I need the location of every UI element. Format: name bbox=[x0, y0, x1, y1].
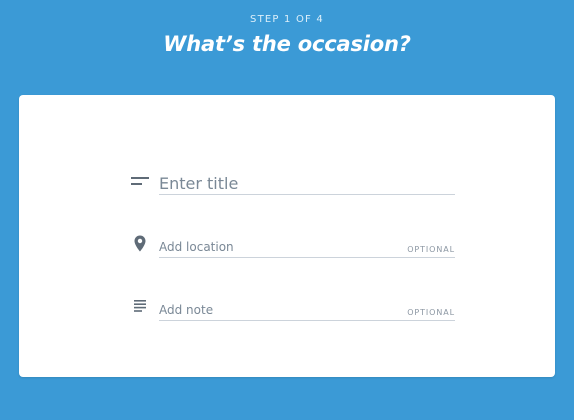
title-input-placeholder: Enter title bbox=[159, 174, 239, 193]
notes-icon bbox=[129, 295, 151, 317]
location-pin-icon bbox=[129, 232, 151, 254]
location-row: Add location OPTIONAL bbox=[129, 230, 455, 258]
short-text-icon bbox=[129, 171, 151, 193]
step-indicator: STEP 1 OF 4 bbox=[250, 14, 324, 25]
location-input-placeholder: Add location bbox=[159, 240, 234, 254]
note-input[interactable]: Add note OPTIONAL bbox=[159, 296, 455, 321]
note-optional-label: OPTIONAL bbox=[407, 308, 455, 317]
location-optional-label: OPTIONAL bbox=[407, 245, 455, 254]
title-row: Enter title bbox=[129, 167, 455, 195]
note-input-placeholder: Add note bbox=[159, 303, 214, 317]
location-input[interactable]: Add location OPTIONAL bbox=[159, 233, 455, 258]
page-title: What’s the occasion? bbox=[163, 32, 411, 56]
title-input[interactable]: Enter title bbox=[159, 170, 455, 195]
occasion-form-card: Enter title Add location OPTIONAL Add no… bbox=[19, 95, 555, 377]
note-row: Add note OPTIONAL bbox=[129, 293, 455, 321]
